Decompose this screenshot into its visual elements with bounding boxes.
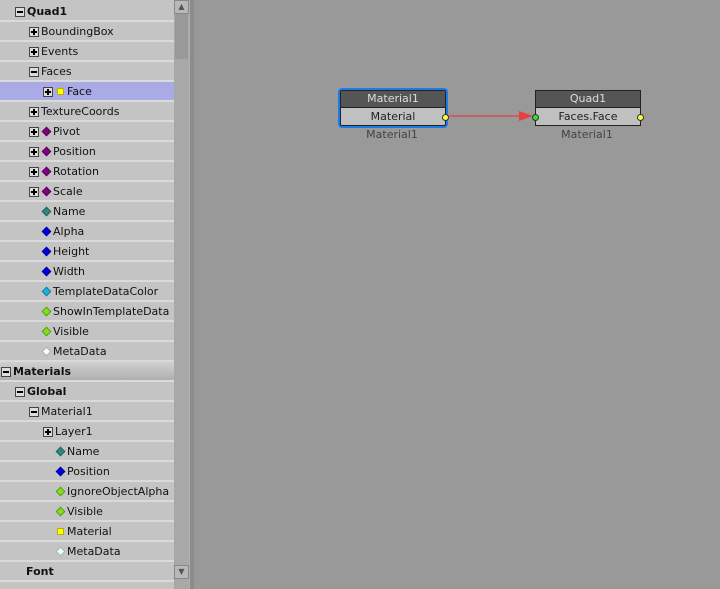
node-caption: Material1: [561, 128, 613, 141]
output-port[interactable]: [637, 114, 644, 121]
output-port[interactable]: [442, 114, 449, 121]
input-port[interactable]: [532, 114, 539, 121]
node-quad1[interactable]: Quad1 Faces.Face: [532, 90, 644, 126]
node-port-row[interactable]: Material: [341, 108, 449, 125]
connection-link: [446, 111, 533, 121]
node-caption: Material1: [366, 128, 418, 141]
port-label: Faces.Face: [558, 110, 618, 123]
node-port-row[interactable]: Faces.Face: [532, 108, 644, 125]
node-material1[interactable]: Material1 Material: [340, 90, 449, 126]
node-title: Material1: [341, 91, 445, 108]
port-label: Material: [370, 110, 416, 123]
node-title: Quad1: [536, 91, 640, 108]
